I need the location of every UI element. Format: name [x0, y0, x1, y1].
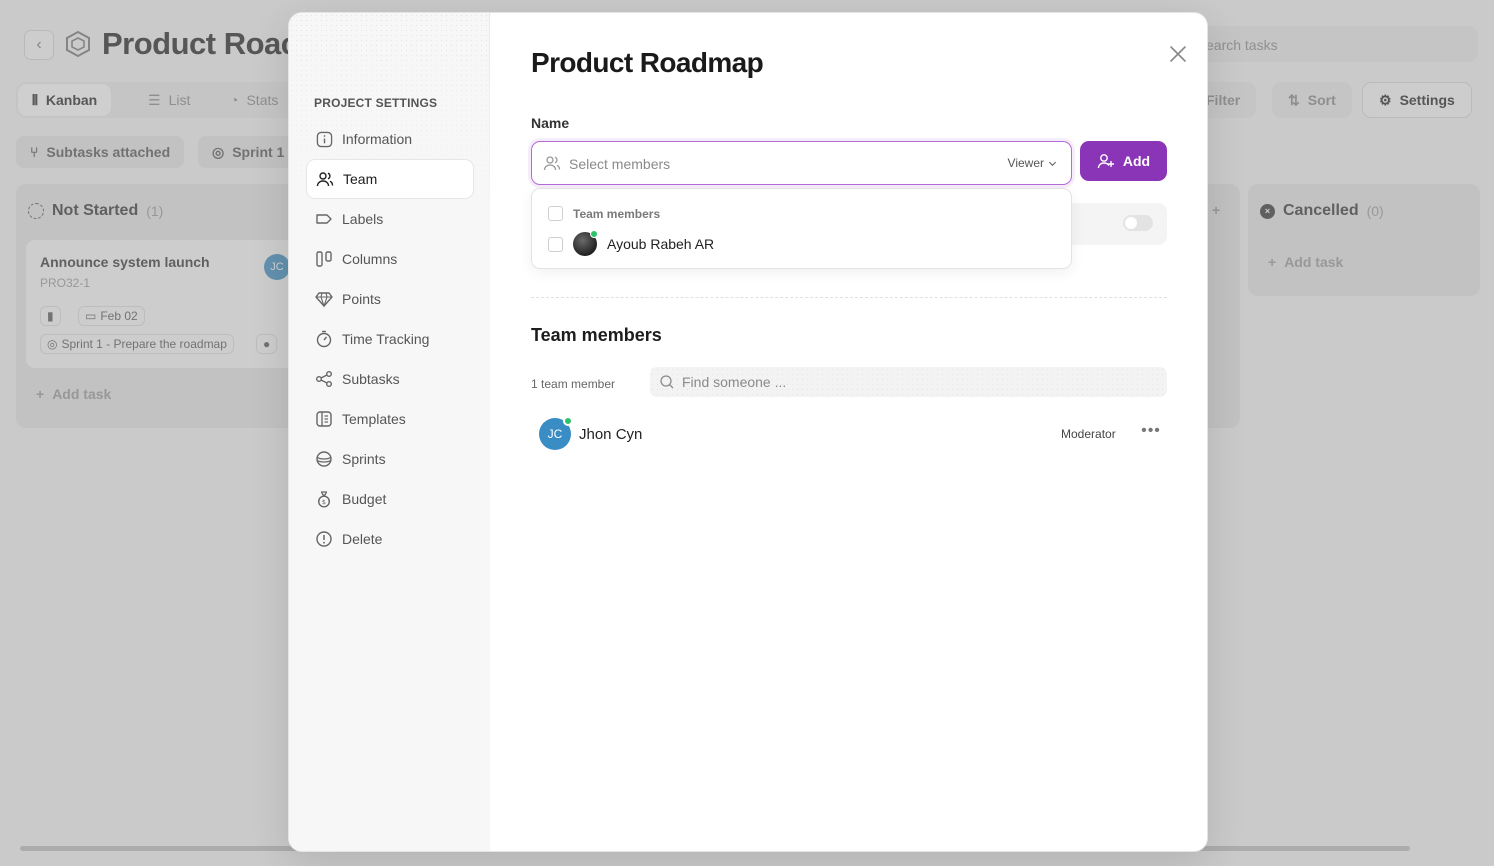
- option-checkbox[interactable]: [548, 236, 563, 252]
- team-members-heading: Team members: [531, 325, 662, 345]
- modal-title: Product Roadmap: [531, 47, 764, 78]
- sidebar-item-label: Labels: [342, 211, 384, 227]
- name-label: Name: [531, 115, 570, 131]
- member-role[interactable]: Moderator: [1061, 427, 1116, 441]
- sidebar-item-label: Sprints: [342, 451, 386, 467]
- sidebar-item-label: Columns: [342, 251, 398, 267]
- sidebar-item-label: Templates: [342, 411, 406, 427]
- member-name: Jhon Cyn: [579, 426, 643, 443]
- users-icon: [316, 170, 334, 188]
- section-divider: [531, 297, 1167, 298]
- online-indicator: [563, 416, 573, 426]
- sidebar-item-points[interactable]: Points: [306, 279, 474, 319]
- users-icon: [543, 156, 561, 171]
- dropdown-group-team-members[interactable]: Team members: [548, 206, 660, 221]
- diamond-icon: [315, 290, 333, 308]
- sidebar-item-sprints[interactable]: Sprints: [306, 439, 474, 479]
- more-options-icon[interactable]: •••: [1139, 422, 1163, 446]
- alert-circle-icon: [315, 530, 333, 548]
- user-plus-icon: [1097, 154, 1114, 169]
- online-indicator: [590, 230, 598, 238]
- sidebar-heading: PROJECT SETTINGS: [314, 96, 438, 110]
- member-select-placeholder: Select members: [569, 156, 671, 172]
- money-bag-icon: $: [315, 490, 333, 508]
- dropdown-option[interactable]: Ayoub Rabeh AR: [548, 230, 715, 256]
- avatar: [573, 230, 598, 256]
- option-name: Ayoub Rabeh AR: [607, 236, 715, 252]
- sidebar-item-time-tracking[interactable]: Time Tracking: [306, 319, 474, 359]
- member-search-placeholder: Find someone ...: [682, 374, 787, 390]
- sidebar-item-information[interactable]: Information: [306, 119, 474, 159]
- avatar: JC: [539, 416, 573, 450]
- chevron-down-icon: [1048, 161, 1057, 166]
- select-all-checkbox[interactable]: [548, 206, 563, 221]
- sidebar-item-label: Budget: [342, 491, 387, 507]
- sidebar-item-label: Points: [342, 291, 381, 307]
- sidebar-item-label: Delete: [342, 531, 383, 547]
- role-select-value: Viewer: [1007, 156, 1044, 170]
- sidebar-item-label: Time Tracking: [342, 331, 430, 347]
- setting-toggle[interactable]: [1123, 215, 1153, 231]
- svg-text:$: $: [322, 498, 326, 506]
- subtasks-icon: [315, 370, 333, 388]
- team-member-count: 1 team member: [531, 377, 616, 391]
- sidebar-item-label: Subtasks: [342, 371, 400, 387]
- sidebar-item-delete[interactable]: Delete: [306, 519, 474, 559]
- member-dropdown: Team members Ayoub Rabeh AR: [531, 188, 1072, 269]
- avatar-initials: JC: [547, 427, 563, 441]
- add-member-label: Add: [1122, 153, 1151, 169]
- columns-icon: [315, 250, 333, 268]
- sidebar-item-team[interactable]: Team: [306, 159, 474, 199]
- sidebar-item-label: Team: [343, 171, 378, 187]
- project-settings-modal: PROJECT SETTINGS Information Team Labels…: [288, 12, 1208, 852]
- label-icon: [315, 210, 333, 228]
- sidebar-item-subtasks[interactable]: Subtasks: [306, 359, 474, 399]
- add-member-button[interactable]: Add: [1080, 141, 1167, 181]
- member-search-input[interactable]: Find someone ...: [650, 367, 1167, 397]
- team-member-row: JC Jhon Cyn Moderator •••: [539, 416, 1167, 452]
- sidebar-item-budget[interactable]: $ Budget: [306, 479, 474, 519]
- stopwatch-icon: [315, 330, 333, 348]
- member-select[interactable]: Select members Viewer: [531, 141, 1072, 185]
- sprint-icon: [315, 450, 333, 468]
- dropdown-group-label: Team members: [573, 206, 661, 221]
- sidebar-item-columns[interactable]: Columns: [306, 239, 474, 279]
- sidebar-item-labels[interactable]: Labels: [306, 199, 474, 239]
- info-icon: [315, 130, 333, 148]
- template-icon: [315, 410, 333, 428]
- settings-content: Product Roadmap Name Select members View…: [491, 13, 1207, 851]
- sidebar-item-label: Information: [342, 131, 413, 147]
- close-icon[interactable]: [1167, 43, 1189, 65]
- role-select[interactable]: Viewer: [1008, 156, 1057, 170]
- sidebar-item-templates[interactable]: Templates: [306, 399, 474, 439]
- search-icon: [660, 375, 674, 389]
